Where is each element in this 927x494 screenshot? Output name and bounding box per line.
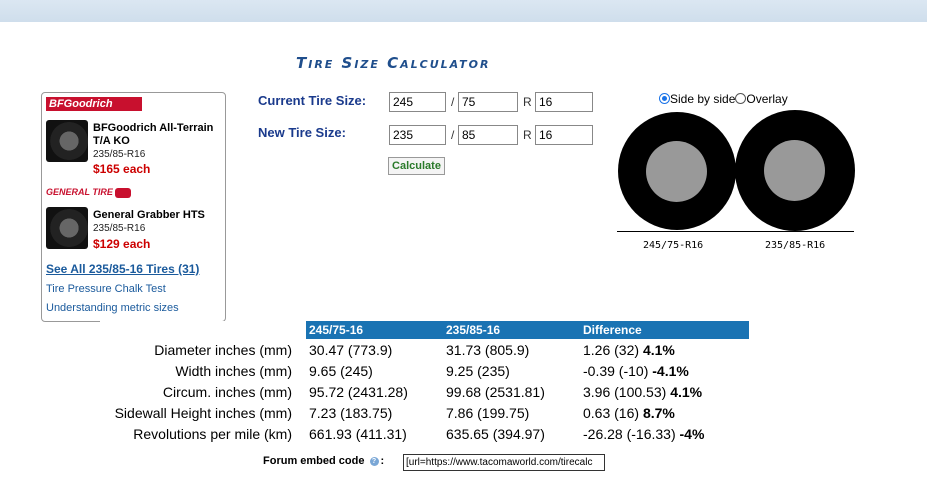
row-difference: -26.28 (-16.33) -4%: [580, 423, 749, 444]
new-tire-label: New Tire Size:: [258, 125, 346, 140]
current-tire-label: Current Tire Size:: [258, 93, 367, 108]
table-row: Width inches (mm) 9.65 (245) 9.25 (235) …: [100, 360, 749, 381]
bfgoodrich-logo[interactable]: BFGoodrich: [46, 97, 142, 111]
row-label: Circum. inches (mm): [162, 383, 292, 400]
row-diff-percent: -4.1%: [652, 362, 689, 379]
row-diff-percent: 8.7%: [642, 404, 675, 421]
row-diff-value: 1.26 (32): [583, 341, 640, 358]
tire2-rim-graphic: [764, 140, 825, 201]
row-difference: 3.96 (100.53) 4.1%: [580, 381, 749, 402]
row-current-value: 95.72 (2431.28): [309, 383, 408, 400]
row-new-value: 635.65 (394.97): [446, 425, 545, 442]
current-width-input[interactable]: [389, 92, 446, 112]
tire-pressure-link[interactable]: Tire Pressure Chalk Test: [46, 283, 166, 295]
help-icon[interactable]: ?: [369, 457, 379, 466]
results-table: 245/75-16 235/85-16 Difference Diameter …: [100, 321, 749, 444]
row-diff-value: -0.39 (-10): [583, 362, 649, 379]
row-label: Width inches (mm): [175, 362, 292, 379]
row-current-value: 661.93 (411.31): [309, 425, 407, 442]
header-current: 245/75-16: [306, 321, 443, 339]
row-difference: 0.63 (16) 8.7%: [580, 402, 749, 423]
forum-embed-colon: :: [380, 455, 385, 467]
tire2-image[interactable]: [46, 207, 88, 249]
tire2-caption: 235/85-R16: [765, 240, 826, 251]
tire1-rim-graphic: [646, 141, 707, 202]
forum-embed-input[interactable]: [403, 454, 605, 471]
forum-embed-label: Forum embed code ?:: [263, 455, 384, 467]
tire-ad-box: BFGoodrich BFGoodrich All-Terrain T/A KO…: [41, 92, 226, 322]
table-row: Sidewall Height inches (mm) 7.23 (183.75…: [100, 402, 749, 423]
new-rim-input[interactable]: [535, 125, 593, 145]
tire1-caption: 245/75-R16: [643, 240, 704, 251]
row-diff-percent: -4%: [679, 425, 705, 442]
top-bar: [0, 0, 927, 22]
header-difference: Difference: [580, 321, 749, 339]
row-current-value: 7.23 (183.75): [309, 404, 393, 421]
new-slash: /: [451, 128, 455, 142]
general-tire-logo-text: GENERAL TIRE: [46, 187, 113, 197]
row-diff-percent: 4.1%: [670, 383, 703, 400]
row-new-value: 31.73 (805.9): [446, 341, 530, 358]
forum-embed-label-text: Forum embed code: [263, 455, 365, 467]
row-new-value: 7.86 (199.75): [446, 404, 530, 421]
row-difference: -0.39 (-10) -4.1%: [580, 360, 749, 381]
metric-sizes-link[interactable]: Understanding metric sizes: [46, 302, 179, 314]
tire2-name[interactable]: General Grabber HTS: [93, 209, 221, 222]
row-current-value: 9.65 (245): [309, 362, 373, 379]
current-rim-input[interactable]: [535, 92, 593, 112]
row-label: Diameter inches (mm): [154, 341, 292, 358]
calculate-button[interactable]: Calculate: [388, 157, 445, 175]
tire1-image[interactable]: [46, 120, 88, 162]
row-diff-value: -26.28 (-16.33): [583, 425, 676, 442]
general-tire-logo[interactable]: GENERAL TIRE: [46, 187, 131, 198]
side-by-side-label[interactable]: Side by side: [670, 92, 735, 106]
overlay-radio[interactable]: [735, 93, 747, 104]
row-difference: 1.26 (32) 4.1%: [580, 339, 749, 360]
row-new-value: 9.25 (235): [446, 362, 510, 379]
row-diff-value: 0.63 (16): [583, 404, 640, 421]
new-width-input[interactable]: [389, 125, 446, 145]
new-ratio-input[interactable]: [458, 125, 518, 145]
header-new: 235/85-16: [443, 321, 580, 339]
ground-line: [617, 231, 854, 232]
current-r-label: R: [523, 95, 532, 109]
tire1-size: 235/85-R16: [93, 149, 146, 160]
row-new-value: 99.68 (2531.81): [446, 383, 545, 400]
row-diff-value: 3.96 (100.53): [583, 383, 667, 400]
side-by-side-radio[interactable]: [659, 93, 670, 104]
current-slash: /: [451, 95, 455, 109]
tire1-name[interactable]: BFGoodrich All-Terrain T/A KO: [93, 122, 221, 148]
overlay-label[interactable]: Overlay: [746, 92, 787, 106]
table-row: Circum. inches (mm) 95.72 (2431.28) 99.6…: [100, 381, 749, 402]
page-title: Tire Size Calculator: [296, 54, 491, 72]
tire2-size: 235/85-R16: [93, 223, 146, 234]
row-current-value: 30.47 (773.9): [309, 341, 393, 358]
current-ratio-input[interactable]: [458, 92, 518, 112]
row-label: Revolutions per mile (km): [133, 425, 292, 442]
header-blank: [100, 321, 306, 339]
results-header-row: 245/75-16 235/85-16 Difference: [100, 321, 749, 339]
tire1-price: $165 each: [93, 162, 151, 176]
table-row: Diameter inches (mm) 30.47 (773.9) 31.73…: [100, 339, 749, 360]
new-r-label: R: [523, 128, 532, 142]
table-row: Revolutions per mile (km) 661.93 (411.31…: [100, 423, 749, 444]
general-tire-badge-icon: [114, 187, 131, 198]
view-mode-options: Side by side Overlay: [659, 92, 788, 106]
row-label: Sidewall Height inches (mm): [114, 404, 292, 421]
tire2-price: $129 each: [93, 237, 151, 251]
row-diff-percent: 4.1%: [642, 341, 675, 358]
see-all-tires-link[interactable]: See All 235/85-16 Tires (31): [46, 262, 199, 276]
